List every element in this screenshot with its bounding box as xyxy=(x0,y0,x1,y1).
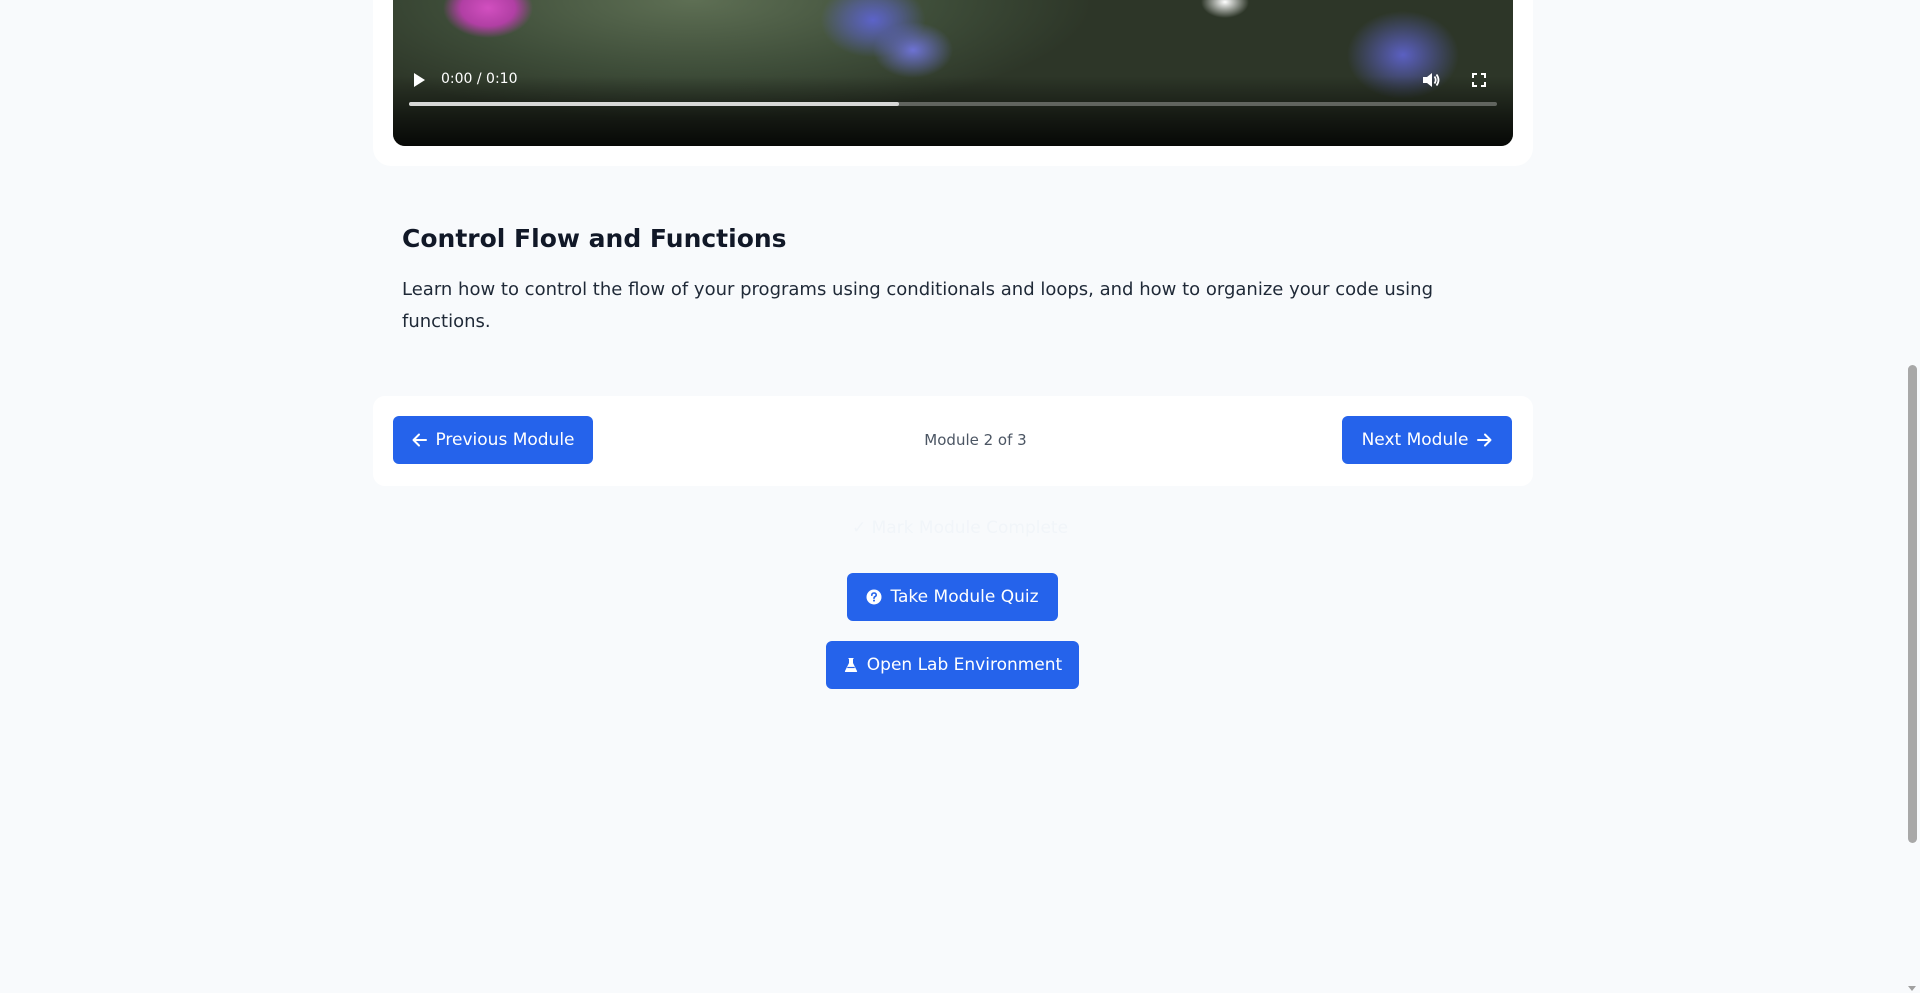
flask-icon xyxy=(843,657,859,673)
video-card: 0:00 / 0:10 xyxy=(373,0,1533,166)
lesson-video[interactable]: 0:00 / 0:10 xyxy=(393,0,1513,146)
video-controls-shade xyxy=(393,76,1513,146)
volume-icon[interactable] xyxy=(1419,68,1443,92)
mark-complete-button[interactable]: ✓ Mark Module Complete xyxy=(0,518,1920,538)
play-icon[interactable] xyxy=(407,68,431,92)
video-progress-bar[interactable] xyxy=(409,102,1497,106)
fullscreen-icon[interactable] xyxy=(1467,68,1491,92)
take-quiz-label: Take Module Quiz xyxy=(890,587,1039,607)
scrollbar-thumb[interactable] xyxy=(1908,365,1917,843)
module-page: 0:00 / 0:10 Control Flow and Functions L… xyxy=(0,0,1920,993)
take-quiz-button[interactable]: Take Module Quiz xyxy=(847,573,1058,621)
question-circle-icon xyxy=(866,589,882,605)
scroll-down-arrow-icon[interactable] xyxy=(1908,986,1916,991)
lesson-title: Control Flow and Functions xyxy=(402,224,787,253)
open-lab-button[interactable]: Open Lab Environment xyxy=(826,641,1079,689)
next-module-label: Next Module xyxy=(1361,430,1469,450)
open-lab-label: Open Lab Environment xyxy=(866,655,1063,675)
page-scrollbar[interactable] xyxy=(1905,0,1920,993)
lesson-description: Learn how to control the flow of your pr… xyxy=(402,279,1434,332)
arrow-right-icon xyxy=(1476,432,1492,448)
module-navigation: Previous Module Module 2 of 3 Next Modul… xyxy=(373,396,1533,486)
video-progress-fill xyxy=(409,102,899,106)
video-time: 0:00 / 0:10 xyxy=(441,71,518,87)
next-module-button[interactable]: Next Module xyxy=(1342,416,1512,464)
